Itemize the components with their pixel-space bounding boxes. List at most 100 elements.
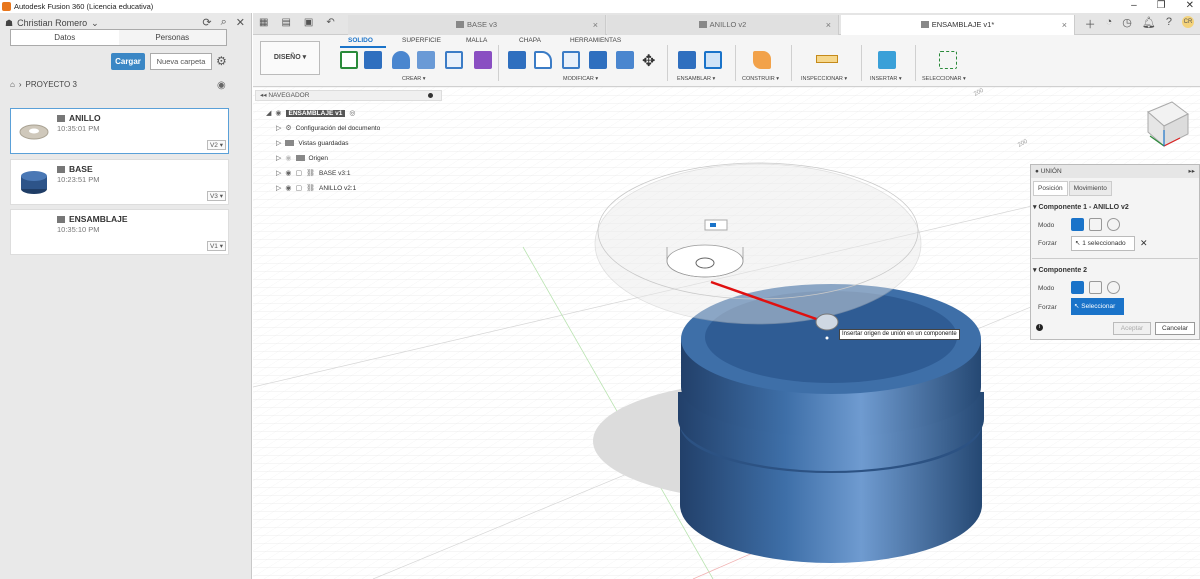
tab-datos[interactable]: Datos [11,30,119,45]
group-construir[interactable]: CONSTRUIR ▾ [742,76,779,82]
tab-movimiento[interactable]: Movimiento [1068,181,1112,196]
tab-ensamblaje[interactable]: ENSAMBLAJE v1* × [841,15,1075,35]
anillo-component[interactable] [594,162,922,325]
refresh-icon[interactable]: ⟳ [202,16,211,29]
help-icon[interactable]: ? [1166,16,1172,32]
tree-root[interactable]: ◢ ◉ ENSAMBLAJE v1 ◎ [266,109,355,117]
close-icon[interactable]: ✕ [236,16,245,29]
visibility-icon[interactable]: ◉ [285,184,291,192]
version-badge[interactable]: V3 ▾ [206,191,226,201]
visibility-icon[interactable]: ◉ [275,109,281,117]
tab-anillo[interactable]: ANILLO v2 × [607,15,839,35]
component1-header[interactable]: ▾ Componente 1 - ANILLO v2 [1033,203,1129,211]
cancel-button[interactable]: Cancelar [1155,322,1195,335]
tab-solido[interactable]: SOLIDO [348,37,373,44]
visibility-icon[interactable]: ◉ [285,169,291,177]
minimize-button[interactable]: – [1131,0,1137,12]
grid-menu-icon[interactable]: ▦ [259,17,268,28]
job-status-icon[interactable]: ◷ [1122,16,1132,32]
tree-item-origin[interactable]: ▷ ◉ Origen [276,154,328,163]
close-tab-icon[interactable]: × [593,15,598,35]
expand-icon[interactable]: ▷ [276,124,281,132]
mode-two-faces-icon[interactable] [1107,281,1120,294]
tab-superficie[interactable]: SUPERFICIE [402,37,441,44]
selection-1-field[interactable]: ↖ 1 seleccionado [1071,236,1135,251]
new-component-icon[interactable] [678,51,696,69]
group-seleccionar[interactable]: SELECCIONAR ▾ [922,76,966,82]
tab-personas[interactable]: Personas [119,30,227,45]
gear-icon[interactable]: ⚙ [216,54,227,68]
tree-item-config[interactable]: ▷ ⚙ Configuración del documento [276,124,380,133]
new-folder-button[interactable]: Nueva carpeta [150,53,212,70]
move-icon[interactable]: ✥ [642,51,655,71]
new-tab-icon[interactable]: ＋ [1085,16,1096,32]
group-crear[interactable]: CREAR ▾ [402,76,426,82]
close-window-button[interactable]: ✕ [1186,0,1194,12]
version-badge[interactable]: V2 ▾ [206,140,226,150]
extrude-icon[interactable] [364,51,382,69]
pattern-icon[interactable] [445,51,463,69]
joint-icon[interactable] [704,51,722,69]
mode-between-icon[interactable] [1089,218,1102,231]
tab-herramientas[interactable]: HERRAMIENTAS [570,37,621,44]
mode-simple-icon[interactable] [1071,218,1084,231]
file-menu-icon[interactable]: ▤ [281,17,290,28]
expand-icon[interactable]: ▷ [276,154,281,162]
info-icon[interactable]: i [1036,324,1043,331]
component2-header[interactable]: ▾ Componente 2 [1033,266,1087,274]
joint-origin-glyph[interactable] [815,313,839,331]
tab-chapa[interactable]: CHAPA [519,37,541,44]
expand-dialog-icon[interactable]: ▸▸ [1188,165,1195,178]
navigator-header[interactable]: ◂◂ NAVEGADOR [255,90,442,101]
press-pull-icon[interactable] [508,51,526,69]
form-icon[interactable] [474,51,492,69]
notifications-icon[interactable]: 🔔︎ [1142,16,1156,32]
extensions-icon[interactable]: ◔ [1106,16,1113,32]
group-insertar[interactable]: INSERTAR ▾ [870,76,902,82]
shell-icon[interactable] [589,51,607,69]
mode-between-icon[interactable] [1089,281,1102,294]
expand-icon[interactable]: ◢ [266,109,271,117]
snap-point[interactable] [825,336,829,340]
tab-base[interactable]: BASE v3 × [348,15,606,35]
pin-icon[interactable] [428,93,433,98]
clear-selection-icon[interactable]: ✕ [1140,238,1148,249]
close-tab-icon[interactable]: × [1062,15,1067,35]
select-button[interactable]: ↖ Seleccionar [1071,298,1124,315]
visibility-icon[interactable]: ◉ [285,154,291,162]
collapse-icon[interactable]: ◂◂ [260,92,267,99]
search-icon[interactable]: ⌕ [221,16,227,29]
select-icon[interactable] [939,51,957,69]
tree-item-anillo[interactable]: ▷ ◉ ▢ ⛓ ANILLO v2:1 [276,184,356,193]
chevron-down-icon[interactable]: ⌄ [91,18,99,29]
create-sketch-icon[interactable] [340,51,358,69]
mode-simple-icon[interactable] [1071,281,1084,294]
group-ensamblar[interactable]: ENSAMBLAR ▾ [677,76,715,82]
sweep-icon[interactable] [417,51,435,69]
tab-posicion[interactable]: Posición [1033,181,1068,196]
upload-button[interactable]: Cargar [111,53,145,70]
measure-icon[interactable] [816,55,838,63]
offset-plane-icon[interactable] [753,51,771,69]
ok-button[interactable]: Aceptar [1113,322,1151,335]
project-name[interactable]: PROYECTO 3 [26,80,77,89]
mode-two-faces-icon[interactable] [1107,218,1120,231]
close-tab-icon[interactable]: × [826,15,831,35]
combine-icon[interactable] [616,51,634,69]
undo-icon[interactable]: ↶ [326,17,334,28]
project-settings-icon[interactable]: ◉ [217,80,226,91]
workspace-switcher[interactable]: DISEÑO ▾ [260,41,320,75]
expand-icon[interactable]: ▷ [276,184,281,192]
fillet-icon[interactable] [534,51,552,69]
tree-item-base[interactable]: ▷ ◉ ▢ ⛓ BASE v3:1 [276,169,350,178]
insert-image-icon[interactable] [878,51,896,69]
expand-icon[interactable]: ▷ [276,139,281,147]
version-badge[interactable]: V1 ▾ [206,241,226,251]
root-component-label[interactable]: ENSAMBLAJE v1 [285,109,346,117]
dialog-header[interactable]: ● UNIÓN ▸▸ [1031,165,1199,178]
file-card-anillo[interactable]: ANILLO 10:35:01 PM V2 ▾ [10,108,229,154]
view-cube[interactable] [1140,94,1192,150]
group-inspeccionar[interactable]: INSPECCIONAR ▾ [801,76,847,82]
maximize-button[interactable]: ❐ [1157,0,1166,12]
user-name[interactable]: Christian Romero [17,18,87,28]
